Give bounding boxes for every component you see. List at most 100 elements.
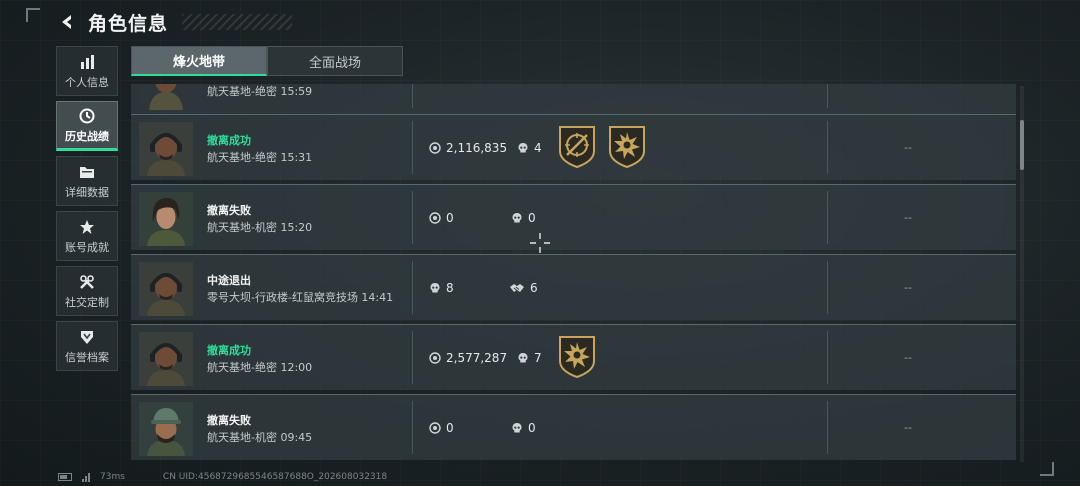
shield-icon [78, 328, 96, 346]
header: 角色信息 [56, 8, 293, 36]
loot-value: 0 [446, 211, 454, 225]
list-item[interactable]: 撤离成功 航天基地-绝密 15:31 2,116,835 4 -- [131, 114, 1016, 180]
avatar [139, 332, 193, 386]
column-divider [827, 84, 828, 108]
title-decoration [182, 14, 293, 30]
loot-value: 2,577,287 [446, 351, 508, 365]
kill-stat: 0 [511, 209, 536, 227]
kill-count: 8 [446, 281, 454, 295]
sidebar-item-label: 历史战绩 [65, 129, 109, 143]
match-history-list: 航天基地-绝密 15:59 撤离成功 航天基地-绝密 15:31 2,116,8… [131, 84, 1016, 464]
sidebar-item-credit-record[interactable]: 信誉档案 [56, 321, 118, 371]
blast-badge-icon[interactable] [558, 335, 596, 379]
status-footer: 73ms CN UID:4568729685546587688O_2026080… [58, 472, 387, 482]
map-time: 航天基地-机密 09:45 [207, 431, 313, 444]
kill-count: 0 [528, 421, 536, 435]
sidebar-item-label: 账号成就 [65, 240, 109, 254]
kill-stat: 4 [517, 139, 542, 157]
skull-icon [518, 143, 528, 153]
column-divider [412, 84, 413, 108]
tab-firezone[interactable]: 烽火地带 [131, 46, 267, 76]
extra-value: -- [904, 281, 912, 294]
sidebar-item-label: 社交定制 [65, 295, 109, 309]
extra-value: -- [904, 351, 912, 364]
map-time: 航天基地-绝密 12:00 [207, 361, 313, 374]
match-status: 中途退出 [207, 274, 251, 287]
map-time: 航天基地-绝密 15:59 [207, 85, 313, 98]
sidebar: 个人信息 历史战绩 详细数据 账号成就 社交定制 信誉档案 [56, 46, 118, 376]
assist-stat: 6 [509, 279, 538, 297]
sidebar-item-achievements[interactable]: 账号成就 [56, 211, 118, 261]
avatar [139, 262, 193, 316]
coin-icon [429, 142, 441, 154]
kill-stat: 0 [511, 419, 536, 437]
list-item[interactable]: 撤离失败 航天基地-机密 15:20 0 0 -- [131, 184, 1016, 250]
avatar [139, 402, 193, 456]
sidebar-item-label: 详细数据 [65, 185, 109, 199]
loot-value-stat: 0 [429, 419, 454, 437]
list-item[interactable]: 撤离失败 航天基地-机密 09:45 0 0 -- [131, 394, 1016, 460]
column-divider [412, 121, 413, 174]
kill-stat: 7 [517, 349, 542, 367]
avatar [139, 122, 193, 176]
ping-value: 73ms [100, 472, 125, 482]
tab-full-battlefield[interactable]: 全面战场 [267, 46, 403, 76]
skull-icon [512, 213, 522, 223]
loot-value-stat: 0 [429, 209, 454, 227]
list-item[interactable]: 撤离成功 航天基地-绝密 12:00 2,577,287 7 -- [131, 324, 1016, 390]
uid-text: CN UID:4568729685546587688O_202608032318 [162, 472, 388, 482]
loot-value-stat: 2,577,287 [429, 349, 507, 367]
column-divider [412, 331, 413, 384]
sidebar-item-personal-info[interactable]: 个人信息 [56, 46, 118, 96]
sidebar-item-detailed-data[interactable]: 详细数据 [56, 156, 118, 206]
back-arrow-icon[interactable] [56, 11, 78, 33]
column-divider [827, 121, 828, 174]
kill-count: 7 [534, 351, 542, 365]
mode-tabs: 烽火地带 全面战场 [131, 46, 403, 76]
skull-icon [518, 353, 528, 363]
sidebar-item-social-customization[interactable]: 社交定制 [56, 266, 118, 316]
list-item[interactable]: 中途退出 零号大坝-行政楼-红鼠窝竞技场 14:41 8 6 -- [131, 254, 1016, 320]
column-divider [412, 191, 413, 244]
history-clock-icon [78, 107, 96, 125]
list-item[interactable]: 航天基地-绝密 15:59 [131, 84, 1016, 114]
coin-icon [429, 212, 441, 224]
battery-icon [58, 473, 72, 481]
map-time: 航天基地-绝密 15:31 [207, 151, 313, 164]
column-divider [827, 401, 828, 454]
tools-icon [78, 273, 96, 291]
signal-icon [82, 472, 90, 482]
column-divider [827, 261, 828, 314]
column-divider [827, 191, 828, 244]
page-title: 角色信息 [88, 12, 169, 35]
kill-count: 4 [534, 141, 542, 155]
map-time: 航天基地-机密 15:20 [207, 221, 313, 234]
scroll-thumb[interactable] [1020, 120, 1024, 170]
sidebar-item-match-history[interactable]: 历史战绩 [56, 101, 118, 151]
sidebar-item-label: 信誉档案 [65, 350, 109, 364]
match-status: 撤离成功 [207, 344, 251, 357]
column-divider [827, 331, 828, 384]
map-time: 零号大坝-行政楼-红鼠窝竞技场 14:41 [207, 291, 394, 304]
column-divider [412, 261, 413, 314]
sniper-badge-icon[interactable] [558, 125, 596, 169]
avatar [139, 84, 193, 110]
achievement-icon [78, 218, 96, 236]
list-scrollbar[interactable] [1020, 86, 1024, 462]
loot-value: 2,116,835 [446, 141, 508, 155]
loot-value: 0 [446, 421, 454, 435]
corner-bracket [26, 8, 40, 22]
skull-icon [430, 283, 440, 293]
avatar [139, 192, 193, 246]
crosshair-cursor-icon [530, 233, 550, 253]
blast-badge-icon[interactable] [608, 125, 646, 169]
folder-icon [78, 163, 96, 181]
assist-count: 6 [530, 281, 538, 295]
extra-value: -- [904, 141, 912, 154]
bar-chart-icon [78, 53, 96, 71]
extra-value: -- [904, 211, 912, 224]
kill-count: 0 [528, 211, 536, 225]
kill-stat: 8 [429, 279, 454, 297]
skull-icon [512, 423, 522, 433]
coin-icon [429, 422, 441, 434]
